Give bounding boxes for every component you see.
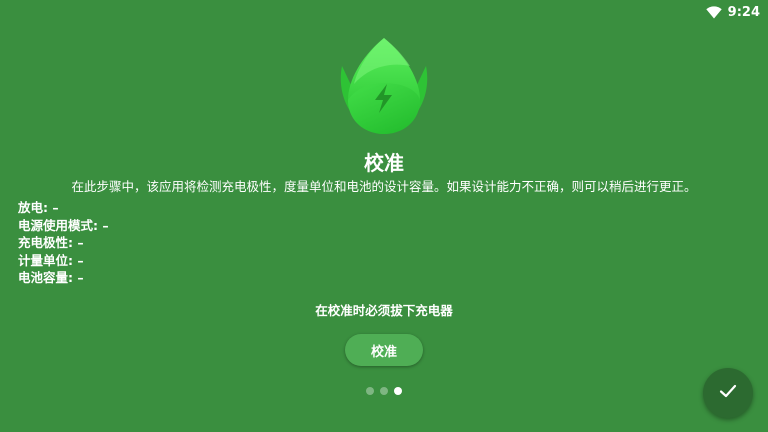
page-title: 校准 (364, 151, 404, 175)
info-discharge: 放电: – (18, 200, 59, 215)
leaf-bolt-logo-icon (334, 36, 434, 136)
confirm-fab-button[interactable] (703, 368, 753, 418)
calibration-info-list: 放电: – 电源使用模式: – 充电极性: – 计量单位: – 电池容量: – (18, 199, 109, 287)
page-dot-3 (394, 387, 402, 395)
calibrate-button[interactable]: 校准 (345, 334, 423, 366)
page-dot-1 (366, 387, 374, 395)
info-battery-capacity: 电池容量: – (18, 270, 84, 285)
info-unit: 计量单位: – (18, 252, 84, 268)
page-dot-2 (380, 387, 388, 395)
status-time: 9:24 (727, 4, 760, 20)
wifi-icon (705, 5, 722, 19)
info-power-mode: 电源使用模式: – (18, 217, 109, 233)
check-icon (718, 381, 738, 405)
unplug-notice: 在校准时必须拔下充电器 (315, 303, 453, 318)
status-bar: 9:24 (705, 0, 768, 24)
info-charge-polarity: 充电极性: – (18, 235, 84, 250)
page-indicator (366, 387, 402, 395)
page-description: 在此步骤中，该应用将检测充电极性，度量单位和电池的设计容量。如果设计能力不正确，… (71, 179, 697, 194)
